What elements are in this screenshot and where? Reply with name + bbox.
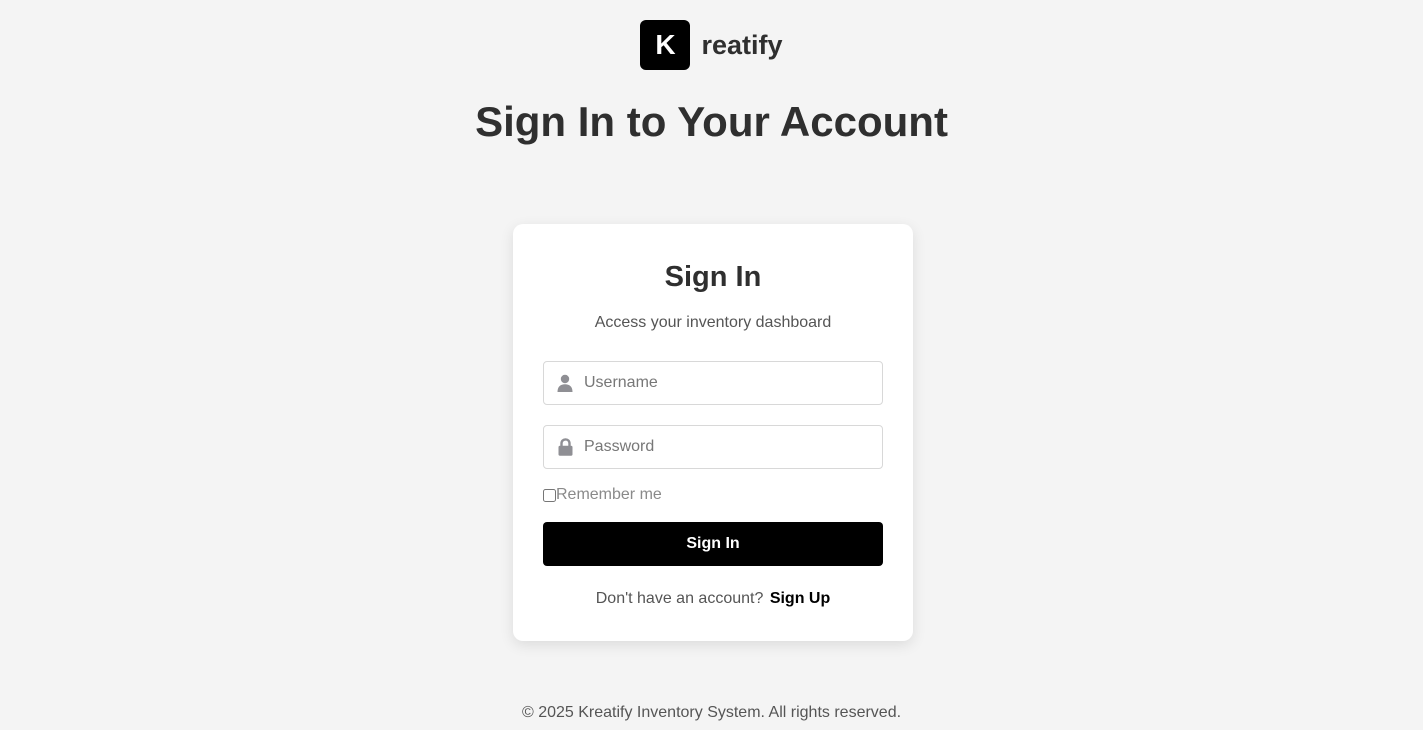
signin-button[interactable]: Sign In	[543, 522, 883, 566]
brand-mark: K	[640, 20, 691, 70]
username-field[interactable]	[543, 361, 883, 405]
username-input[interactable]	[584, 362, 874, 404]
password-field[interactable]	[543, 425, 883, 469]
lock-icon	[557, 437, 573, 457]
remember-label[interactable]: Remember me	[556, 486, 662, 504]
card-title: Sign In	[664, 261, 762, 293]
signup-link[interactable]: Sign Up	[770, 590, 830, 607]
brand-name: reatify	[701, 29, 783, 60]
remember-checkbox[interactable]	[543, 488, 556, 502]
brand-logo: K reatify	[0, 20, 1423, 70]
signin-card: Sign In Access your inventory dashboard …	[513, 224, 913, 641]
remember-me[interactable]: Remember me	[543, 486, 662, 504]
signup-prompt: Don't have an account?	[595, 590, 764, 607]
user-icon	[557, 373, 573, 393]
page-title: Sign In to Your Account	[475, 98, 948, 145]
password-input[interactable]	[584, 426, 874, 468]
footer-copyright: © 2025 Kreatify Inventory System. All ri…	[521, 704, 902, 721]
card-subtitle: Access your inventory dashboard	[594, 314, 832, 331]
signup-row: Don't have an account? Sign Up	[513, 589, 913, 609]
